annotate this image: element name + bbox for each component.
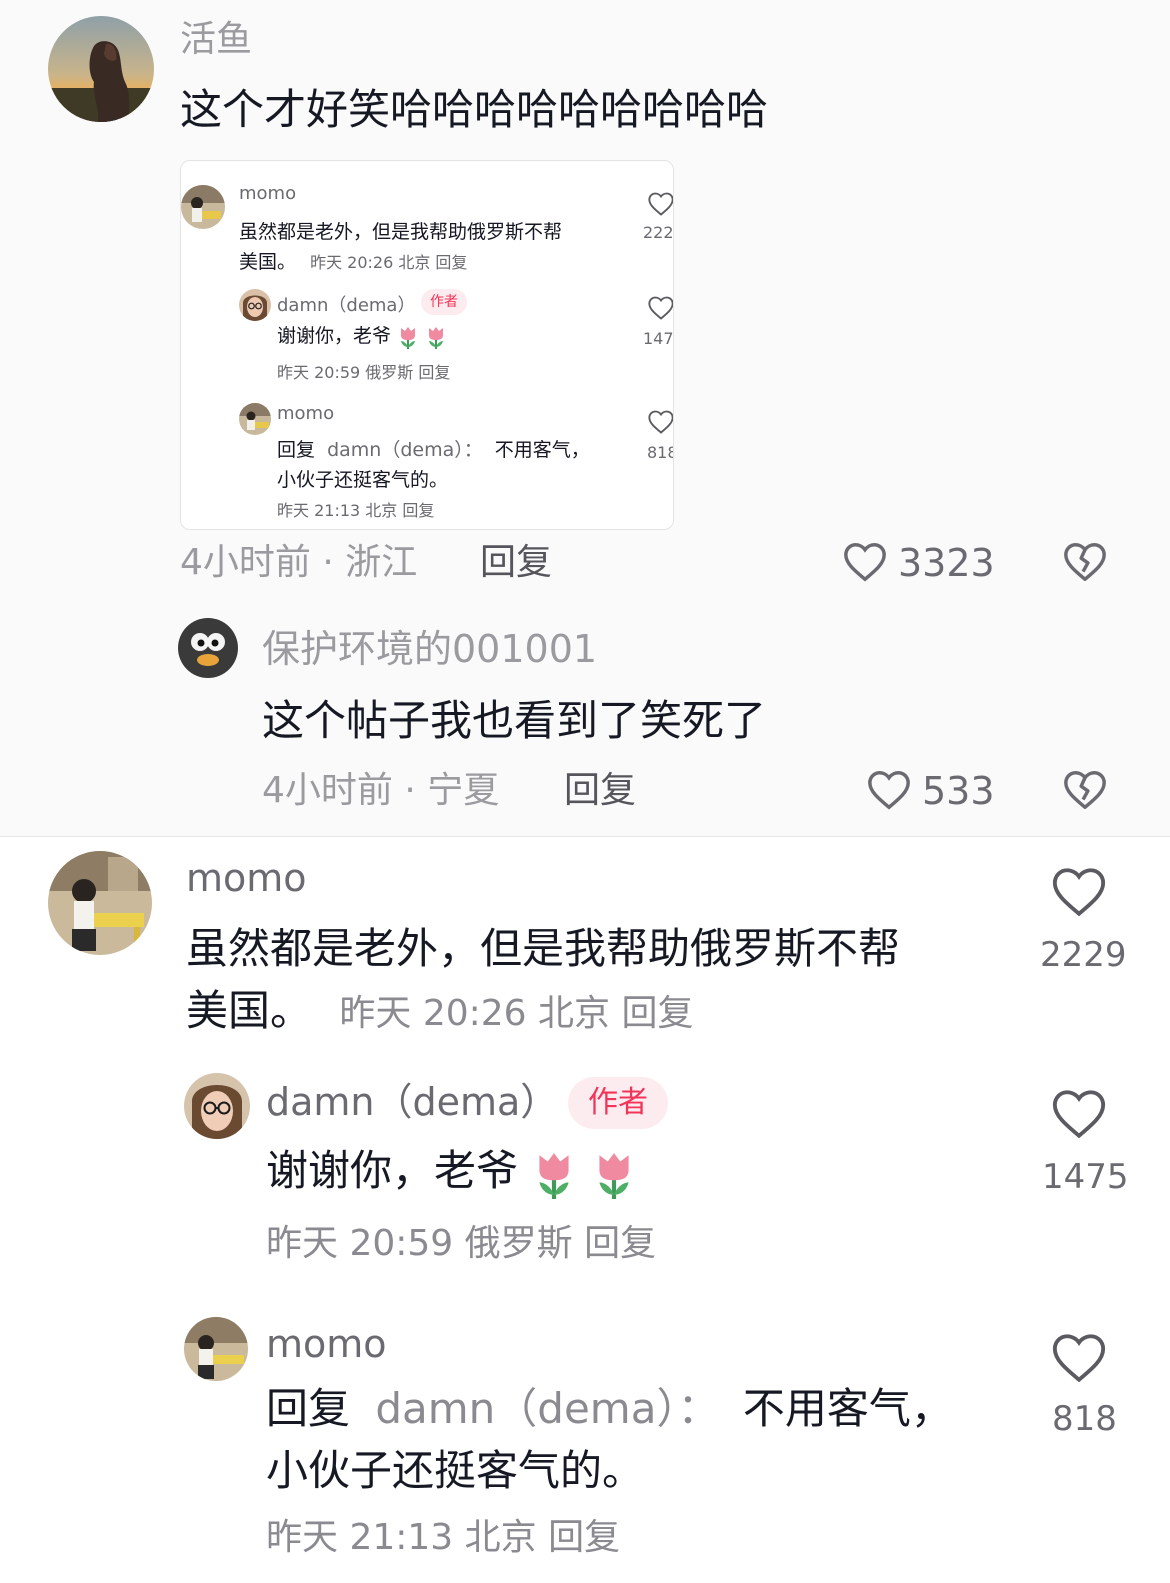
thread-comment-line: 回复 damn（dema）： 不用客气， bbox=[266, 1381, 953, 1437]
thread-comment-text: 谢谢你，老爷 bbox=[266, 1146, 519, 1195]
avatar[interactable] bbox=[184, 1073, 250, 1139]
heart-outline-icon[interactable] bbox=[1050, 1087, 1108, 1141]
thread-username[interactable]: momo bbox=[266, 1321, 387, 1367]
thread-username[interactable]: damn（dema） bbox=[266, 1079, 558, 1125]
tulip-emoji-icon bbox=[425, 325, 447, 349]
author-badge: 作者 bbox=[568, 1077, 668, 1129]
tulip-emoji-icon bbox=[397, 325, 419, 349]
thread-username[interactable]: momo bbox=[186, 855, 307, 901]
comment-username[interactable]: 活鱼 bbox=[180, 18, 252, 62]
reply-prefix: 回复 bbox=[266, 1384, 351, 1433]
avatar[interactable] bbox=[48, 851, 152, 955]
thread-comment-line: 谢谢你，老爷 bbox=[266, 1143, 637, 1199]
embedded-username: damn（dema） bbox=[277, 295, 416, 316]
thread-comment-meta: 昨天 20:59 俄罗斯 回复 bbox=[266, 1223, 657, 1264]
thread-comment-line2: 美国。 昨天 20:26 北京 回复 bbox=[186, 983, 693, 1042]
tulip-emoji-icon bbox=[531, 1149, 577, 1199]
heart-outline-icon bbox=[647, 409, 673, 435]
thread-section: momo 虽然都是老外，但是我帮助俄罗斯不帮 美国。 昨天 20:26 北京 回… bbox=[0, 836, 1170, 1583]
reply-button[interactable]: 回复 bbox=[564, 768, 636, 814]
comment-text: 这个才好笑哈哈哈哈哈哈哈哈哈 bbox=[180, 85, 769, 134]
reply-prefix: 回复 bbox=[277, 439, 316, 461]
thread-comment-text-cont: 小伙子还挺客气的。 bbox=[266, 1446, 645, 1495]
broken-heart-icon[interactable] bbox=[1062, 768, 1108, 812]
reply-target[interactable]: damn（dema）： bbox=[375, 1384, 719, 1433]
avatar[interactable] bbox=[184, 1317, 248, 1381]
heart-outline-icon bbox=[647, 191, 673, 217]
embedded-username: momo bbox=[239, 183, 297, 204]
embedded-comment-line: 谢谢你，老爷 bbox=[277, 321, 447, 349]
thread-comment-meta: 昨天 20:26 北京 回复 bbox=[339, 993, 694, 1034]
embedded-comment-meta: 昨天 21:13 北京 回复 bbox=[277, 501, 435, 520]
heart-outline-icon[interactable] bbox=[1050, 865, 1108, 919]
top-comment-section: 活鱼 这个才好笑哈哈哈哈哈哈哈哈哈 momo 虽然都是老外，但是我帮助俄罗斯不帮… bbox=[0, 0, 1170, 836]
embedded-username: momo bbox=[277, 403, 335, 424]
embedded-comment-line: 回复 damn（dema）： 不用客气， bbox=[277, 435, 590, 462]
reply-username[interactable]: 保护环境的001001 bbox=[262, 626, 597, 672]
like-count: 2229 bbox=[1040, 935, 1127, 975]
comment-time-location: 4小时前 · 浙江 bbox=[180, 542, 418, 583]
embedded-like-count: 818 bbox=[647, 443, 673, 462]
embedded-comment-text: 虽然都是老外，但是我帮助俄罗斯不帮 bbox=[239, 221, 563, 243]
embedded-comment-text-cont: 美国。 bbox=[239, 251, 297, 273]
embedded-comment-line2: 美国。 昨天 20:26 北京 回复 bbox=[239, 247, 467, 274]
reply-button[interactable]: 回复 bbox=[480, 540, 552, 586]
avatar bbox=[239, 403, 271, 435]
reply-target: damn（dema）： bbox=[327, 439, 483, 461]
avatar[interactable] bbox=[48, 16, 154, 122]
heart-outline-icon[interactable] bbox=[842, 540, 888, 584]
thread-comment-text: 虽然都是老外，但是我帮助俄罗斯不帮 bbox=[186, 924, 901, 973]
tulip-emoji-icon bbox=[591, 1149, 637, 1199]
embedded-comment-text: 不用客气， bbox=[494, 439, 590, 461]
broken-heart-icon[interactable] bbox=[1062, 540, 1108, 584]
thread-comment-text-cont: 美国。 bbox=[186, 986, 313, 1035]
like-count: 533 bbox=[922, 769, 995, 813]
embedded-like-count: 2229 bbox=[643, 223, 674, 242]
like-count: 3323 bbox=[898, 541, 995, 585]
embedded-screenshot-card: momo 虽然都是老外，但是我帮助俄罗斯不帮 美国。 昨天 20:26 北京 回… bbox=[180, 160, 674, 530]
like-count: 818 bbox=[1052, 1399, 1117, 1439]
reply-text: 这个帖子我也看到了笑死了 bbox=[262, 696, 767, 745]
avatar[interactable] bbox=[178, 618, 238, 678]
like-count: 1475 bbox=[1042, 1157, 1129, 1197]
heart-outline-icon[interactable] bbox=[1050, 1331, 1108, 1385]
thread-comment-meta: 昨天 21:13 北京 回复 bbox=[266, 1517, 621, 1558]
thread-comment-text: 不用客气， bbox=[742, 1384, 953, 1433]
avatar bbox=[181, 185, 225, 229]
embedded-comment-text: 谢谢你，老爷 bbox=[277, 325, 392, 347]
author-badge: 作者 bbox=[421, 289, 467, 315]
reply-time-location: 4小时前 · 宁夏 bbox=[262, 770, 500, 811]
avatar bbox=[239, 289, 271, 321]
embedded-comment-meta: 昨天 20:59 俄罗斯 回复 bbox=[277, 363, 451, 382]
embedded-comment-text-cont: 小伙子还挺客气的。 bbox=[277, 469, 449, 491]
embedded-like-count: 1475 bbox=[643, 329, 674, 348]
heart-outline-icon bbox=[647, 295, 673, 321]
embedded-comment-meta: 昨天 20:26 北京 回复 bbox=[310, 253, 468, 272]
heart-outline-icon[interactable] bbox=[866, 768, 912, 812]
